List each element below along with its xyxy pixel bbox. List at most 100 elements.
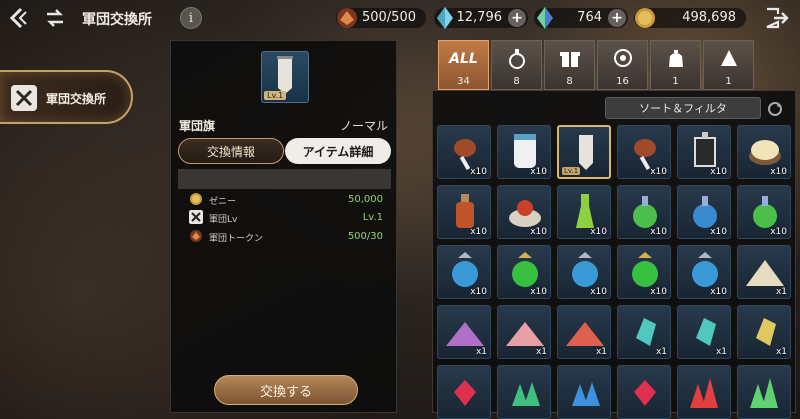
item-quantity: x10 — [770, 167, 787, 177]
add-crystal-button[interactable]: + — [508, 9, 526, 27]
grid-item-cell[interactable]: x10 — [437, 245, 491, 299]
grid-item-cell[interactable]: x10 — [497, 245, 551, 299]
grid-item-cell[interactable]: x10 — [557, 185, 611, 239]
tab-count: 8 — [566, 76, 573, 87]
cost-value: Lv.1 — [362, 212, 383, 223]
grid-item-cell[interactable] — [737, 365, 791, 419]
detail-tabs: 交換情報 アイテム詳細 — [178, 138, 391, 164]
blue-crystal-icon — [537, 7, 553, 29]
item-quantity: x10 — [650, 167, 667, 177]
resource-token: 500/500 — [336, 8, 426, 28]
info-icon[interactable]: i — [180, 7, 202, 29]
item-rarity: ノーマル — [339, 119, 388, 133]
tab-bags[interactable]: 1 — [650, 40, 701, 90]
grid-item-cell[interactable]: x1 — [557, 305, 611, 359]
item-quantity: x1 — [595, 347, 607, 357]
page-title: 軍団交換所 — [82, 12, 152, 28]
grid-item-cell[interactable]: x10 — [497, 185, 551, 239]
item-detail-panel: Lv.1 軍団旗 ノーマル 交換情報 アイテム詳細 ゼニー 50,000 軍団L… — [170, 40, 397, 413]
sidebar-tab-exchange[interactable]: 軍団交換所 — [0, 70, 133, 124]
item-quantity: x1 — [715, 347, 727, 357]
target-icon — [614, 49, 632, 67]
tab-count: 1 — [672, 76, 679, 87]
back-icon[interactable] — [8, 6, 30, 30]
swap-icon[interactable] — [44, 7, 66, 29]
grid-item-cell[interactable]: x10 — [737, 125, 791, 179]
ruby-icon — [454, 380, 476, 406]
grid-item-cell[interactable]: x10 — [677, 125, 731, 179]
cost-label: 軍団トークン — [209, 234, 264, 244]
grid-item-cell[interactable]: x10 — [617, 125, 671, 179]
grid-item-cell[interactable]: x10 — [677, 245, 731, 299]
grid-item-cell[interactable]: x10 — [557, 245, 611, 299]
grid-item-cell[interactable]: x10 — [677, 185, 731, 239]
grid-item-cell[interactable]: x10 — [497, 125, 551, 179]
item-quantity: x10 — [530, 167, 547, 177]
grid-item-cell[interactable]: x10 — [437, 125, 491, 179]
tab-all-label: ALL — [449, 51, 478, 67]
item-quantity: x10 — [470, 227, 487, 237]
resource-gold: 498,698 — [634, 8, 746, 28]
item-quantity: x10 — [770, 227, 787, 237]
item-quantity: x10 — [710, 287, 727, 297]
sort-filter-button[interactable]: ソート＆フィルタ — [605, 97, 761, 119]
exchange-button[interactable]: 交換する — [214, 375, 358, 405]
grid-item-cell[interactable] — [677, 365, 731, 419]
crossed-swords-icon — [11, 85, 37, 111]
grid-item-cell[interactable]: x10 — [617, 185, 671, 239]
grid-item-cell[interactable]: x1 — [617, 305, 671, 359]
grid-item-cell[interactable]: x10 — [617, 245, 671, 299]
tab-cloaks[interactable]: 1 — [703, 40, 754, 90]
crossed-swords-icon — [189, 210, 203, 224]
grid-item-cell[interactable]: x1 — [737, 305, 791, 359]
resource-value: 500/500 — [361, 10, 416, 25]
grid-item-cell[interactable] — [557, 365, 611, 419]
tab-count: 34 — [457, 76, 470, 87]
green-cluster-icon — [750, 378, 778, 408]
crystal-icon — [437, 7, 453, 29]
item-quantity: x10 — [590, 287, 607, 297]
grid-item-cell[interactable]: x10 — [737, 185, 791, 239]
grid-item-cell[interactable]: x1 — [737, 245, 791, 299]
cost-value: 500/30 — [347, 231, 383, 242]
item-quantity: x1 — [775, 347, 787, 357]
tab-item-details[interactable]: アイテム詳細 — [285, 138, 391, 164]
tab-count: 1 — [725, 76, 732, 87]
sidebar-tab-label: 軍団交換所 — [46, 92, 107, 106]
tab-gifts[interactable]: 8 — [544, 40, 595, 90]
level-badge: Lv.1 — [264, 91, 287, 100]
gold-coin-icon — [635, 8, 655, 28]
token-icon — [190, 230, 202, 242]
tab-all[interactable]: ALL 34 — [438, 40, 489, 90]
item-quantity: x10 — [530, 227, 547, 237]
tab-exchange-info[interactable]: 交換情報 — [178, 138, 284, 164]
resource-blue-crystal: 764 + — [534, 7, 628, 29]
tab-targets[interactable]: 16 — [597, 40, 648, 90]
resource-value: 764 — [577, 10, 602, 25]
red-cluster-icon — [690, 378, 718, 408]
bag-icon — [669, 50, 683, 67]
tab-potions[interactable]: 8 — [491, 40, 542, 90]
grid-item-cell[interactable]: x1 — [437, 305, 491, 359]
item-quantity: x10 — [710, 167, 727, 177]
cost-row-token: 軍団トークン 500/30 — [189, 228, 389, 246]
refresh-icon[interactable] — [767, 101, 783, 117]
ruby-icon — [634, 380, 656, 406]
grid-item-cell[interactable] — [497, 365, 551, 419]
item-quantity: x1 — [775, 287, 787, 297]
add-blue-crystal-button[interactable]: + — [608, 9, 626, 27]
grid-item-cell[interactable]: Lv.1 — [557, 125, 611, 179]
grid-item-cell[interactable]: x1 — [677, 305, 731, 359]
potion-icon — [509, 49, 525, 69]
exit-icon[interactable] — [764, 6, 790, 30]
item-quantity: x10 — [590, 227, 607, 237]
item-grid-panel: ソート＆フィルタ x10 x10 Lv.1 x10 x10 x10 x10 x10 x10 x10… — [432, 90, 796, 419]
item-quantity: x10 — [710, 227, 727, 237]
grid-item-cell[interactable] — [437, 365, 491, 419]
cost-value: 50,000 — [348, 194, 383, 205]
grid-item-cell[interactable]: x10 — [437, 185, 491, 239]
item-quantity: x1 — [655, 347, 667, 357]
grid-item-cell[interactable]: x1 — [497, 305, 551, 359]
grid-item-cell[interactable] — [617, 365, 671, 419]
resource-value: 498,698 — [682, 10, 736, 25]
